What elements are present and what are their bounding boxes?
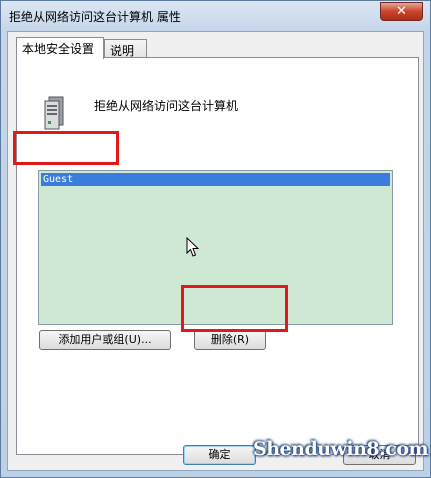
site-watermark: Shenduwin8.com [253, 438, 429, 460]
user-group-list[interactable]: Guest [38, 170, 393, 325]
policy-name: 拒绝从网络访问这台计算机 [94, 99, 239, 113]
ok-button[interactable]: 确定 [183, 445, 256, 465]
title-bar[interactable]: 拒绝从网络访问这台计算机 属性 ✕ [1, 1, 430, 31]
close-icon: ✕ [396, 4, 407, 19]
list-item-guest[interactable]: Guest [41, 173, 390, 186]
server-icon [44, 96, 64, 130]
remove-button[interactable]: 删除(R) [194, 330, 266, 350]
dialog-body: 本地安全设置 说明 拒绝从网络访问这台计算机 Guest 添加用户或组(U)..… [7, 31, 424, 471]
mouse-cursor-icon [186, 237, 200, 257]
tab-label: 本地安全设置 [22, 42, 95, 56]
add-user-or-group-button[interactable]: 添加用户或组(U)... [39, 330, 171, 350]
properties-window: 拒绝从网络访问这台计算机 属性 ✕ 本地安全设置 说明 拒绝从网络访问这台计算机… [0, 0, 431, 478]
tab-local-security-setting[interactable]: 本地安全设置 [16, 37, 104, 59]
tab-explain[interactable]: 说明 [104, 39, 147, 59]
tab-label: 说明 [110, 44, 135, 58]
window-title: 拒绝从网络访问这台计算机 属性 [9, 10, 181, 24]
close-button[interactable]: ✕ [380, 2, 423, 21]
tab-panel: 拒绝从网络访问这台计算机 Guest 添加用户或组(U)... 删除(R) [16, 57, 419, 455]
